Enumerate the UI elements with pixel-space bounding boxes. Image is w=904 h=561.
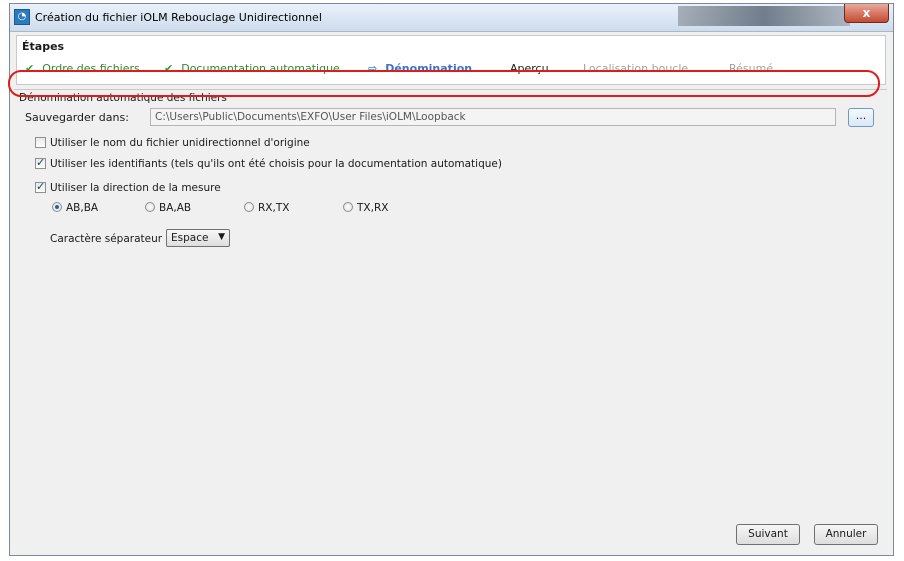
option-use-identifiers[interactable]: Utiliser les identifiants (tels qu'ils o… — [35, 156, 502, 170]
radio-button[interactable] — [145, 202, 155, 212]
next-button[interactable]: Suivant — [736, 524, 800, 545]
checkbox-checked[interactable] — [35, 180, 46, 193]
wizard-content: Étapes ✔ Ordre des fichiers ✔ Documentatio… — [14, 35, 887, 550]
title-bar[interactable]: ◔ Création du fichier iOLM Rebouclage Un… — [10, 4, 893, 32]
checkbox-checked[interactable] — [35, 156, 46, 169]
separator-dropdown[interactable]: Espace ▼ — [166, 229, 230, 247]
option-original-name[interactable]: Utiliser le nom du fichier unidirectionn… — [35, 137, 310, 149]
radio-button[interactable] — [343, 202, 353, 212]
option-label: Utiliser la direction de la mesure — [50, 182, 221, 194]
radio-label: AB,BA — [66, 202, 99, 214]
close-button[interactable]: x — [844, 4, 889, 23]
radio-rx-tx[interactable]: RX,TX — [244, 202, 289, 214]
save-location-row: Sauvegarder dans: ... — [19, 106, 879, 129]
save-location-label: Sauvegarder dans: — [25, 111, 129, 124]
dropdown-value: Espace — [171, 232, 209, 244]
option-label: Utiliser le nom du fichier unidirectionn… — [50, 137, 310, 149]
radio-button[interactable] — [244, 202, 254, 212]
option-label: Utiliser les identifiants (tels qu'ils o… — [50, 158, 502, 170]
dropdown-arrow-icon: ▼ — [218, 232, 225, 242]
red-highlight-annotation — [8, 70, 880, 97]
radio-label: BA,AB — [159, 202, 192, 214]
checkbox-unchecked[interactable] — [35, 137, 46, 148]
cancel-button[interactable]: Annuler — [814, 524, 878, 545]
app-icon: ◔ — [14, 9, 30, 25]
window-title: Création du fichier iOLM Rebouclage Unid… — [35, 11, 322, 24]
option-use-direction[interactable]: Utiliser la direction de la mesure — [35, 180, 221, 194]
radio-ba-ab[interactable]: BA,AB — [145, 202, 191, 214]
radio-tx-rx[interactable]: TX,RX — [343, 202, 388, 214]
radio-label: TX,RX — [357, 202, 389, 214]
radio-label: RX,TX — [258, 202, 290, 214]
radio-button-selected[interactable] — [52, 202, 62, 212]
save-path-input[interactable] — [150, 108, 836, 126]
radio-ab-ba[interactable]: AB,BA — [52, 202, 98, 214]
steps-title: Étapes — [22, 40, 65, 53]
blurred-background-area — [678, 6, 850, 26]
separator-label: Caractère séparateur : — [50, 233, 169, 245]
browse-button[interactable]: ... — [848, 108, 874, 127]
